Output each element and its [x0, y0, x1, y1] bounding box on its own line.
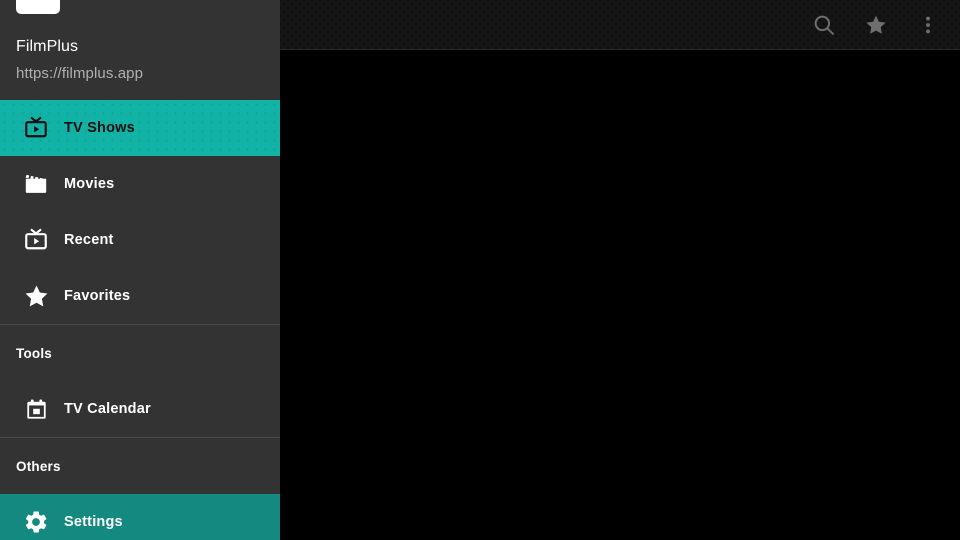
sidebar-item-label: Settings: [64, 514, 123, 530]
main-content-area[interactable]: [280, 0, 960, 540]
sidebar-item-favorites[interactable]: Favorites: [0, 268, 280, 324]
app-logo-glyph: 0+: [29, 0, 46, 14]
app-window: 0+ FilmPlus https://filmplus.app TV Show…: [0, 0, 960, 540]
tools-section: Tools TV Calendar: [0, 325, 280, 437]
sidebar-item-tv-calendar[interactable]: TV Calendar: [0, 381, 280, 437]
app-logo-badge: 0+: [16, 0, 60, 14]
search-icon: [811, 12, 837, 38]
others-section-header: Others: [16, 458, 61, 474]
navigation-drawer: 0+ FilmPlus https://filmplus.app TV Show…: [0, 0, 280, 540]
sidebar-item-settings[interactable]: Settings: [0, 494, 280, 540]
app-url-label: https://filmplus.app: [16, 65, 144, 82]
sidebar-item-label: TV Calendar: [64, 401, 151, 417]
top-app-bar: [280, 0, 960, 50]
sidebar-item-tv-shows[interactable]: TV Shows: [0, 100, 280, 156]
sidebar-item-label: Favorites: [64, 288, 131, 304]
clapperboard-icon: [8, 171, 64, 197]
tools-section-header: Tools: [16, 345, 52, 361]
overflow-menu-button[interactable]: [902, 0, 954, 49]
gear-icon: [8, 509, 64, 535]
star-icon: [8, 283, 64, 310]
sidebar-item-label: TV Shows: [64, 120, 135, 136]
others-section: Others Settings: [0, 438, 280, 540]
favorites-button[interactable]: [850, 0, 902, 49]
star-icon: [864, 13, 888, 37]
sidebar-item-label: Movies: [64, 176, 115, 192]
search-button[interactable]: [798, 0, 850, 49]
sidebar-item-recent[interactable]: Recent: [0, 212, 280, 268]
tv-play-icon: [8, 115, 64, 141]
calendar-icon: [8, 397, 64, 422]
drawer-header: 0+ FilmPlus https://filmplus.app: [0, 0, 280, 100]
sidebar-item-movies[interactable]: Movies: [0, 156, 280, 212]
tv-play-icon: [8, 227, 64, 253]
top-bar-actions: [798, 0, 954, 49]
more-vert-icon: [917, 14, 939, 36]
sidebar-item-label: Recent: [64, 232, 114, 248]
app-name-label: FilmPlus: [16, 38, 79, 55]
